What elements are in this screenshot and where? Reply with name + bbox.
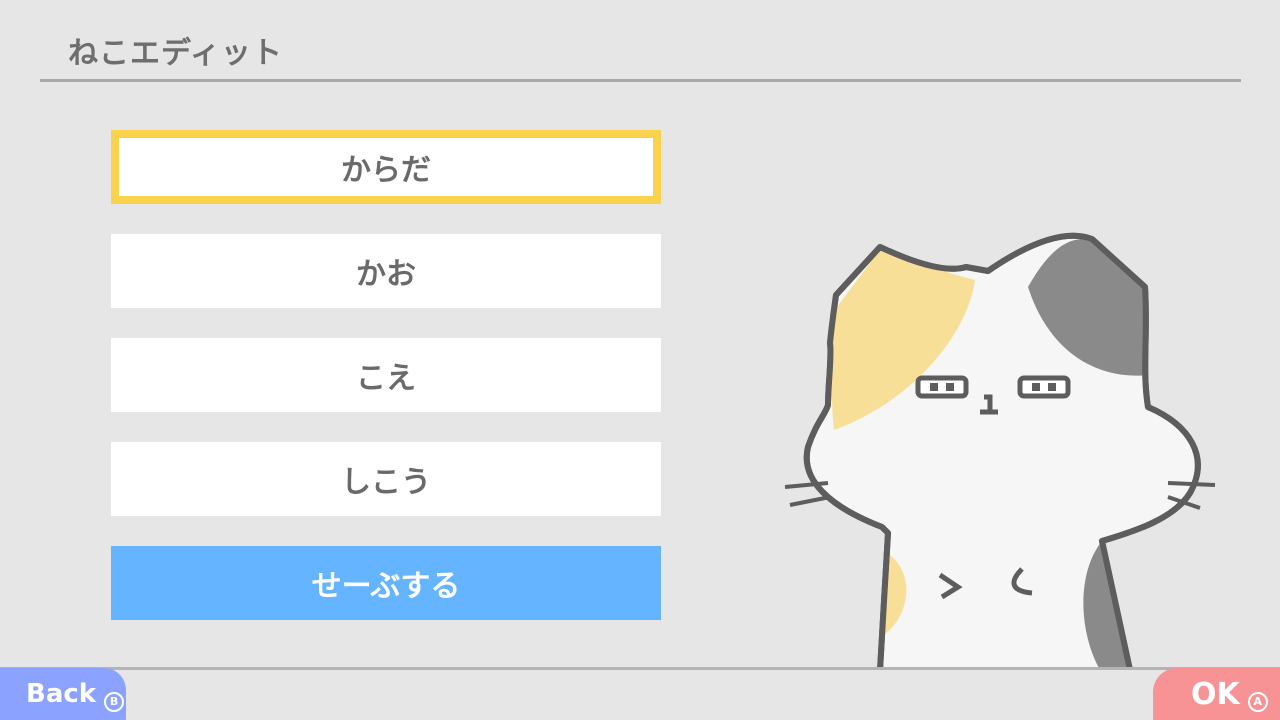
- ok-label: OK: [1191, 676, 1240, 712]
- menu-item-preference[interactable]: しこう: [111, 442, 661, 516]
- ok-button[interactable]: OK A: [1153, 668, 1280, 720]
- menu-item-face[interactable]: かお: [111, 234, 661, 308]
- cat-preview: [784, 232, 1216, 670]
- b-key-icon: B: [104, 692, 125, 712]
- menu-item-body[interactable]: からだ: [111, 130, 661, 204]
- back-label: Back: [26, 679, 97, 709]
- save-button[interactable]: せーぶする: [111, 546, 661, 620]
- page-title: ねこエディット: [68, 36, 283, 71]
- title-divider: [40, 79, 1241, 82]
- back-button[interactable]: Back B: [0, 668, 126, 720]
- a-key-icon: A: [1247, 692, 1268, 712]
- menu-item-voice[interactable]: こえ: [111, 338, 661, 412]
- footer-divider: [0, 667, 1280, 670]
